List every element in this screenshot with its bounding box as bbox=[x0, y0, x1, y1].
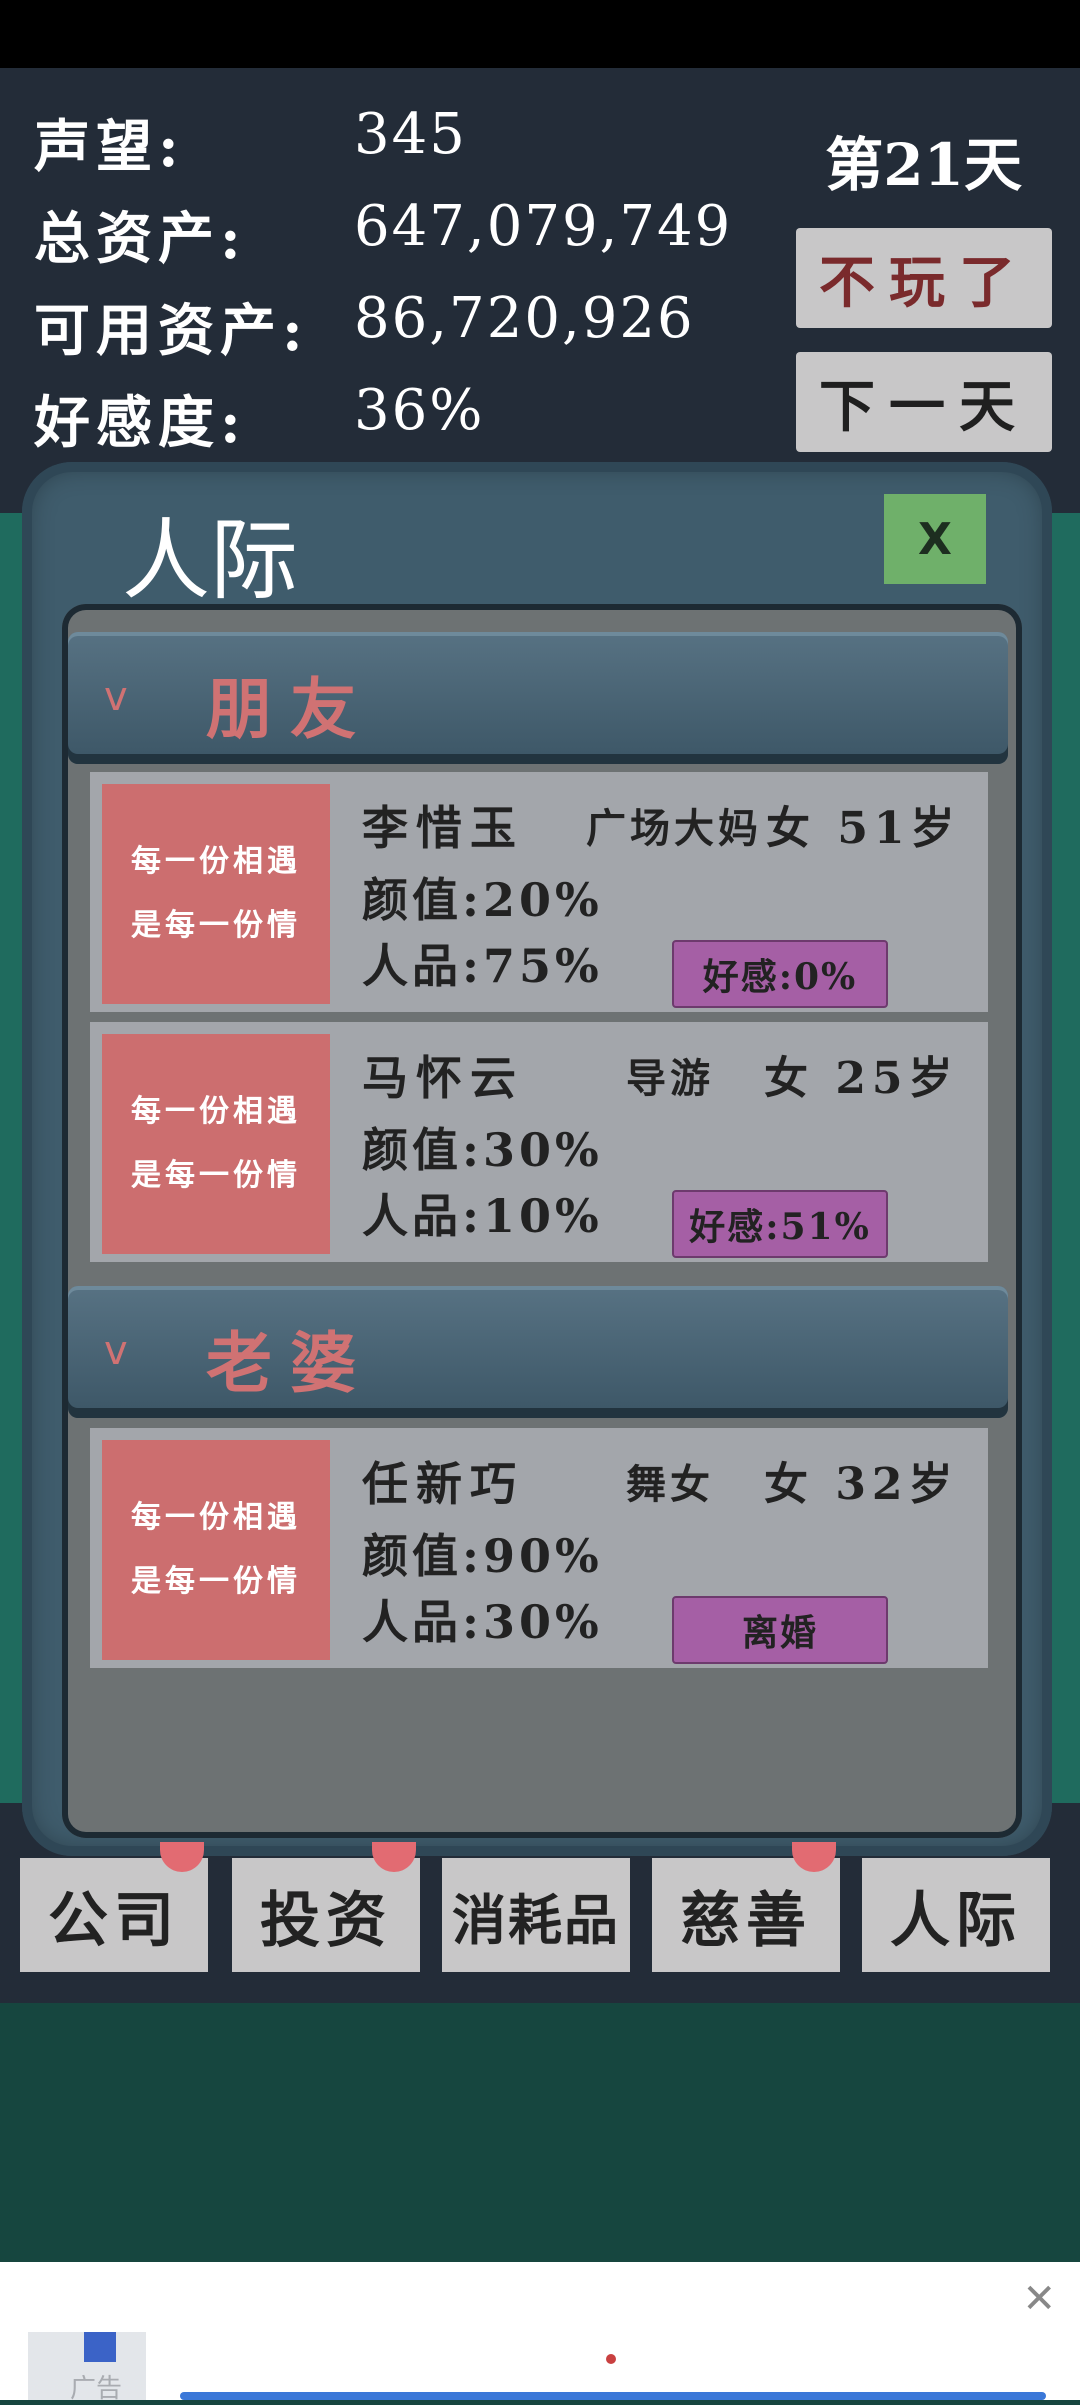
notification-badge bbox=[372, 1842, 416, 1872]
person-job: 舞女 bbox=[626, 1461, 714, 1508]
section-header-friends[interactable]: v 朋友 bbox=[68, 632, 1008, 764]
tab-label: 消耗品 bbox=[452, 1887, 620, 1952]
close-icon[interactable]: ✕ bbox=[1022, 2276, 1056, 2322]
person-sex-age: 女 51岁 bbox=[766, 803, 961, 854]
person-looks: 颜值:20% bbox=[362, 873, 603, 927]
close-button[interactable]: X bbox=[884, 494, 986, 584]
tab-label: 慈善 bbox=[680, 1885, 812, 1956]
section-title: 老婆 bbox=[206, 1324, 374, 1402]
notification-badge bbox=[792, 1842, 836, 1872]
person-sex-age: 女 32岁 bbox=[764, 1459, 959, 1510]
chevron-down-icon: v bbox=[104, 674, 128, 720]
person-character: 人品:30% bbox=[362, 1595, 603, 1649]
person-character: 人品:10% bbox=[362, 1189, 603, 1243]
person-job: 导游 bbox=[626, 1055, 714, 1102]
portrait-caption-line1: 每一份相遇 bbox=[131, 1094, 301, 1129]
bottom-tab-bar: 公司 投资 消耗品 慈善 人际 bbox=[0, 1842, 1080, 1972]
tab-label: 投资 bbox=[260, 1885, 392, 1956]
section-title: 朋友 bbox=[206, 670, 374, 748]
person-name: 任新巧 bbox=[362, 1457, 524, 1511]
person-card: 每一份相遇 是每一份情 李惜玉 广场大妈 女 51岁 颜值:20% 人品:75%… bbox=[90, 772, 988, 1012]
favorability-value: 36% bbox=[354, 378, 485, 443]
ad-logo-icon bbox=[84, 2332, 116, 2362]
tab-charity[interactable]: 慈善 bbox=[652, 1842, 840, 1972]
quit-button[interactable]: 不玩了 bbox=[796, 228, 1052, 328]
portrait-caption-line1: 每一份相遇 bbox=[131, 844, 301, 879]
ad-dot-icon bbox=[606, 2354, 616, 2364]
ad-progress-bar bbox=[180, 2392, 1046, 2400]
tab-company[interactable]: 公司 bbox=[20, 1842, 208, 1972]
portrait-caption-line2: 是每一份情 bbox=[131, 1564, 301, 1599]
tab-label: 人际 bbox=[890, 1885, 1022, 1956]
person-card: 每一份相遇 是每一份情 任新巧 舞女 女 32岁 颜值:90% 人品:30% 离… bbox=[90, 1428, 988, 1668]
tab-label: 公司 bbox=[48, 1885, 180, 1956]
person-looks: 颜值:90% bbox=[362, 1529, 603, 1583]
favor-button[interactable]: 好感:0% bbox=[672, 940, 888, 1008]
status-bar bbox=[0, 0, 1080, 68]
ad-label: 广告 bbox=[70, 2374, 123, 2404]
portrait-caption-line2: 是每一份情 bbox=[131, 1158, 301, 1193]
favor-button[interactable]: 好感:51% bbox=[672, 1190, 888, 1258]
day-counter: 第21天 bbox=[825, 131, 1022, 199]
portrait: 每一份相遇 是每一份情 bbox=[102, 784, 330, 1004]
reputation-value: 345 bbox=[354, 102, 467, 167]
notification-badge bbox=[160, 1842, 204, 1872]
total-assets-value: 647,079,749 bbox=[354, 194, 733, 259]
section-header-wife[interactable]: v 老婆 bbox=[68, 1286, 1008, 1418]
total-assets-label: 总资产: bbox=[34, 206, 247, 272]
available-assets-label: 可用资产: bbox=[34, 298, 309, 364]
next-day-button[interactable]: 下一天 bbox=[796, 352, 1052, 452]
person-name: 李惜玉 bbox=[362, 801, 524, 855]
person-name: 马怀云 bbox=[362, 1051, 524, 1105]
portrait: 每一份相遇 是每一份情 bbox=[102, 1034, 330, 1254]
person-looks: 颜值:30% bbox=[362, 1123, 603, 1177]
person-job: 广场大妈 bbox=[586, 805, 762, 852]
available-assets-value: 86,720,926 bbox=[354, 286, 695, 351]
favorability-label: 好感度: bbox=[34, 390, 247, 456]
tab-investment[interactable]: 投资 bbox=[232, 1842, 420, 1972]
person-sex-age: 女 25岁 bbox=[764, 1053, 959, 1104]
portrait-caption-line2: 是每一份情 bbox=[131, 908, 301, 943]
tab-consumables[interactable]: 消耗品 bbox=[442, 1858, 630, 1972]
reputation-label: 声望: bbox=[34, 114, 185, 180]
portrait: 每一份相遇 是每一份情 bbox=[102, 1440, 330, 1660]
divorce-button[interactable]: 离婚 bbox=[672, 1596, 888, 1664]
person-character: 人品:75% bbox=[362, 939, 603, 993]
ad-banner[interactable] bbox=[0, 2262, 1080, 2400]
portrait-caption-line1: 每一份相遇 bbox=[131, 1500, 301, 1535]
dialog-title: 人际 bbox=[122, 509, 299, 612]
chevron-down-icon: v bbox=[104, 1328, 128, 1374]
tab-relationships[interactable]: 人际 bbox=[862, 1858, 1050, 1972]
person-card: 每一份相遇 是每一份情 马怀云 导游 女 25岁 颜值:30% 人品:10% 好… bbox=[90, 1022, 988, 1262]
